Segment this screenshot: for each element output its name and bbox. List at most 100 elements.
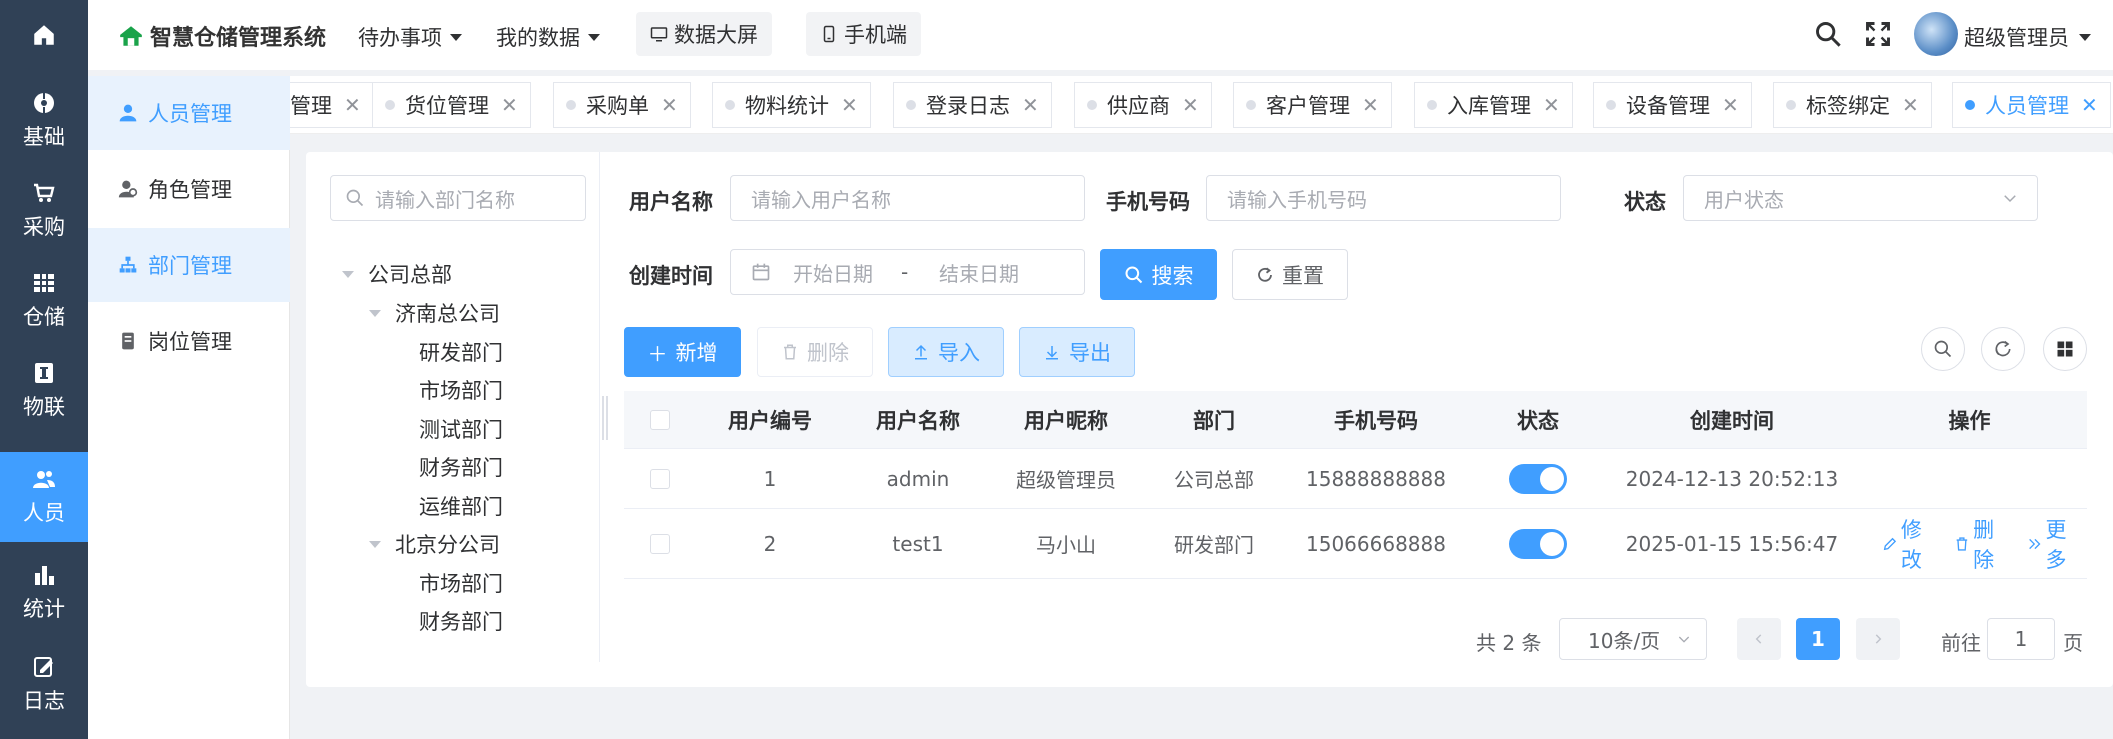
tag[interactable]: 入库管理 ✕	[1414, 82, 1573, 128]
rail-item-log[interactable]: 日志	[0, 640, 88, 730]
delete-link[interactable]: 删除	[1954, 514, 2014, 574]
date-range-picker[interactable]: 开始日期 - 结束日期	[730, 249, 1085, 295]
close-icon[interactable]: ✕	[1362, 93, 1379, 117]
avatar[interactable]	[1914, 12, 1958, 56]
resize-handle[interactable]	[602, 396, 608, 440]
fullscreen-icon[interactable]	[1864, 20, 1892, 48]
column-header[interactable]: 手机号码	[1288, 391, 1464, 448]
dept-search-input[interactable]: 请输入部门名称	[330, 175, 586, 221]
submenu-item-departments[interactable]: 部门管理	[88, 228, 290, 302]
close-icon[interactable]: ✕	[2081, 93, 2098, 117]
submenu-item-roles[interactable]: 角色管理	[88, 152, 290, 226]
rail-item-people[interactable]: 人员	[0, 452, 88, 542]
close-icon[interactable]: ✕	[1022, 93, 1039, 117]
prev-page-button[interactable]	[1737, 618, 1781, 660]
expand-icon[interactable]	[369, 309, 381, 317]
submenu-item-users[interactable]: 人员管理	[88, 76, 290, 150]
export-button[interactable]: 导出	[1019, 327, 1135, 377]
tree-node[interactable]: 运维部门	[419, 491, 503, 521]
bigscreen-button[interactable]: 数据大屏	[636, 12, 772, 56]
rail-item-storage[interactable]: 仓储	[0, 256, 88, 346]
next-page-button[interactable]	[1856, 618, 1900, 660]
app-logo[interactable]: 智慧仓储管理系统	[118, 20, 326, 52]
add-button[interactable]: ＋ 新增	[624, 327, 741, 377]
close-icon[interactable]: ✕	[841, 93, 858, 117]
close-icon[interactable]: ✕	[661, 93, 678, 117]
tag[interactable]: 物料统计 ✕	[712, 82, 871, 128]
tag[interactable]: 客户管理 ✕	[1233, 82, 1392, 128]
tag-active[interactable]: 人员管理 ✕	[1952, 82, 2111, 128]
mobile-button[interactable]: 手机端	[806, 12, 921, 56]
rail-item-stats[interactable]: 统计	[0, 548, 88, 638]
tag[interactable]: 标签绑定 ✕	[1773, 82, 1932, 128]
expand-icon[interactable]	[369, 540, 381, 548]
import-button[interactable]: 导入	[888, 327, 1004, 377]
page-size-select[interactable]: 10条/页	[1559, 618, 1707, 660]
tag[interactable]: 采购单 ✕	[553, 82, 691, 128]
search-icon[interactable]	[1814, 20, 1842, 48]
tag[interactable]: 供应商 ✕	[1074, 82, 1212, 128]
column-header[interactable]: 部门	[1140, 391, 1288, 448]
row-checkbox[interactable]	[650, 468, 670, 489]
tree-node[interactable]: 市场部门	[419, 568, 503, 598]
close-icon[interactable]: ✕	[501, 93, 518, 117]
row-checkbox[interactable]	[650, 533, 670, 554]
tree-node[interactable]: 研发部门	[419, 337, 503, 367]
tree-node[interactable]: 财务部门	[419, 452, 503, 482]
column-header[interactable]: 操作	[1852, 391, 2087, 448]
mydata-dropdown[interactable]: 我的数据	[496, 22, 600, 52]
submenu-item-posts[interactable]: 岗位管理	[88, 304, 290, 378]
status-switch[interactable]	[1509, 528, 1567, 559]
tag[interactable]: 登录日志 ✕	[893, 82, 1052, 128]
user-dropdown[interactable]: 超级管理员	[1964, 22, 2091, 52]
tree-node[interactable]: 北京分公司	[369, 529, 500, 559]
reset-button[interactable]: 重置	[1232, 249, 1348, 300]
edit-label: 修改	[1900, 517, 1922, 572]
column-header[interactable]: 用户名称	[844, 391, 992, 448]
search-button[interactable]: 搜索	[1100, 249, 1217, 300]
cell-phone: 15888888888	[1306, 466, 1446, 491]
tree-node[interactable]: 市场部门	[419, 375, 503, 405]
tree-node[interactable]: 公司总部	[342, 259, 452, 289]
page-size-value: 10条/页	[1588, 628, 1661, 653]
tag-label: 客户管理	[1266, 94, 1350, 118]
goto-page-input[interactable]: 1	[1987, 618, 2055, 660]
page-number-active[interactable]: 1	[1796, 618, 1840, 660]
tag[interactable]: 设备管理 ✕	[1593, 82, 1752, 128]
refresh-icon	[1995, 340, 2011, 357]
refresh-button[interactable]	[1981, 327, 2025, 371]
tree-node[interactable]: 测试部门	[419, 414, 503, 444]
close-icon[interactable]: ✕	[344, 93, 361, 117]
rail-item-purchase[interactable]: 采购	[0, 166, 88, 256]
todo-dropdown[interactable]: 待办事项	[358, 22, 462, 52]
rail-item-iot[interactable]: 物联	[0, 346, 88, 436]
delete-button[interactable]: 删除	[757, 327, 873, 377]
tag-label: 登录日志	[926, 94, 1010, 118]
tree-node[interactable]: 济南总公司	[369, 298, 500, 328]
column-header[interactable]: 用户昵称	[992, 391, 1140, 448]
columns-button[interactable]	[2043, 327, 2087, 371]
column-header[interactable]: 状态	[1464, 391, 1612, 448]
tree-node[interactable]: 财务部门	[419, 606, 503, 636]
rail-home[interactable]	[0, 0, 88, 70]
row-select-cell	[624, 509, 696, 578]
column-header[interactable]: 用户编号	[696, 391, 844, 448]
tree-node-label: 市场部门	[419, 572, 503, 596]
status-switch[interactable]	[1509, 463, 1567, 494]
select-all-checkbox[interactable]	[650, 409, 670, 430]
phone-input[interactable]: 请输入手机号码	[1206, 175, 1561, 221]
edit-link[interactable]: 修改	[1882, 514, 1942, 574]
close-icon[interactable]: ✕	[1543, 93, 1560, 117]
close-icon[interactable]: ✕	[1182, 93, 1199, 117]
rail-item-base[interactable]: 基础	[0, 76, 88, 166]
column-header[interactable]: 创建时间	[1612, 391, 1852, 448]
username-input[interactable]: 请输入用户名称	[730, 175, 1085, 221]
tag-partial[interactable]: 管理 ✕	[290, 82, 374, 128]
expand-icon[interactable]	[342, 270, 354, 278]
status-select[interactable]: 用户状态	[1683, 175, 2038, 221]
close-icon[interactable]: ✕	[1902, 93, 1919, 117]
toggle-search-button[interactable]	[1921, 327, 1965, 371]
tag[interactable]: 货位管理 ✕	[372, 82, 531, 128]
close-icon[interactable]: ✕	[1722, 93, 1739, 117]
more-link[interactable]: 更多	[2027, 514, 2087, 574]
